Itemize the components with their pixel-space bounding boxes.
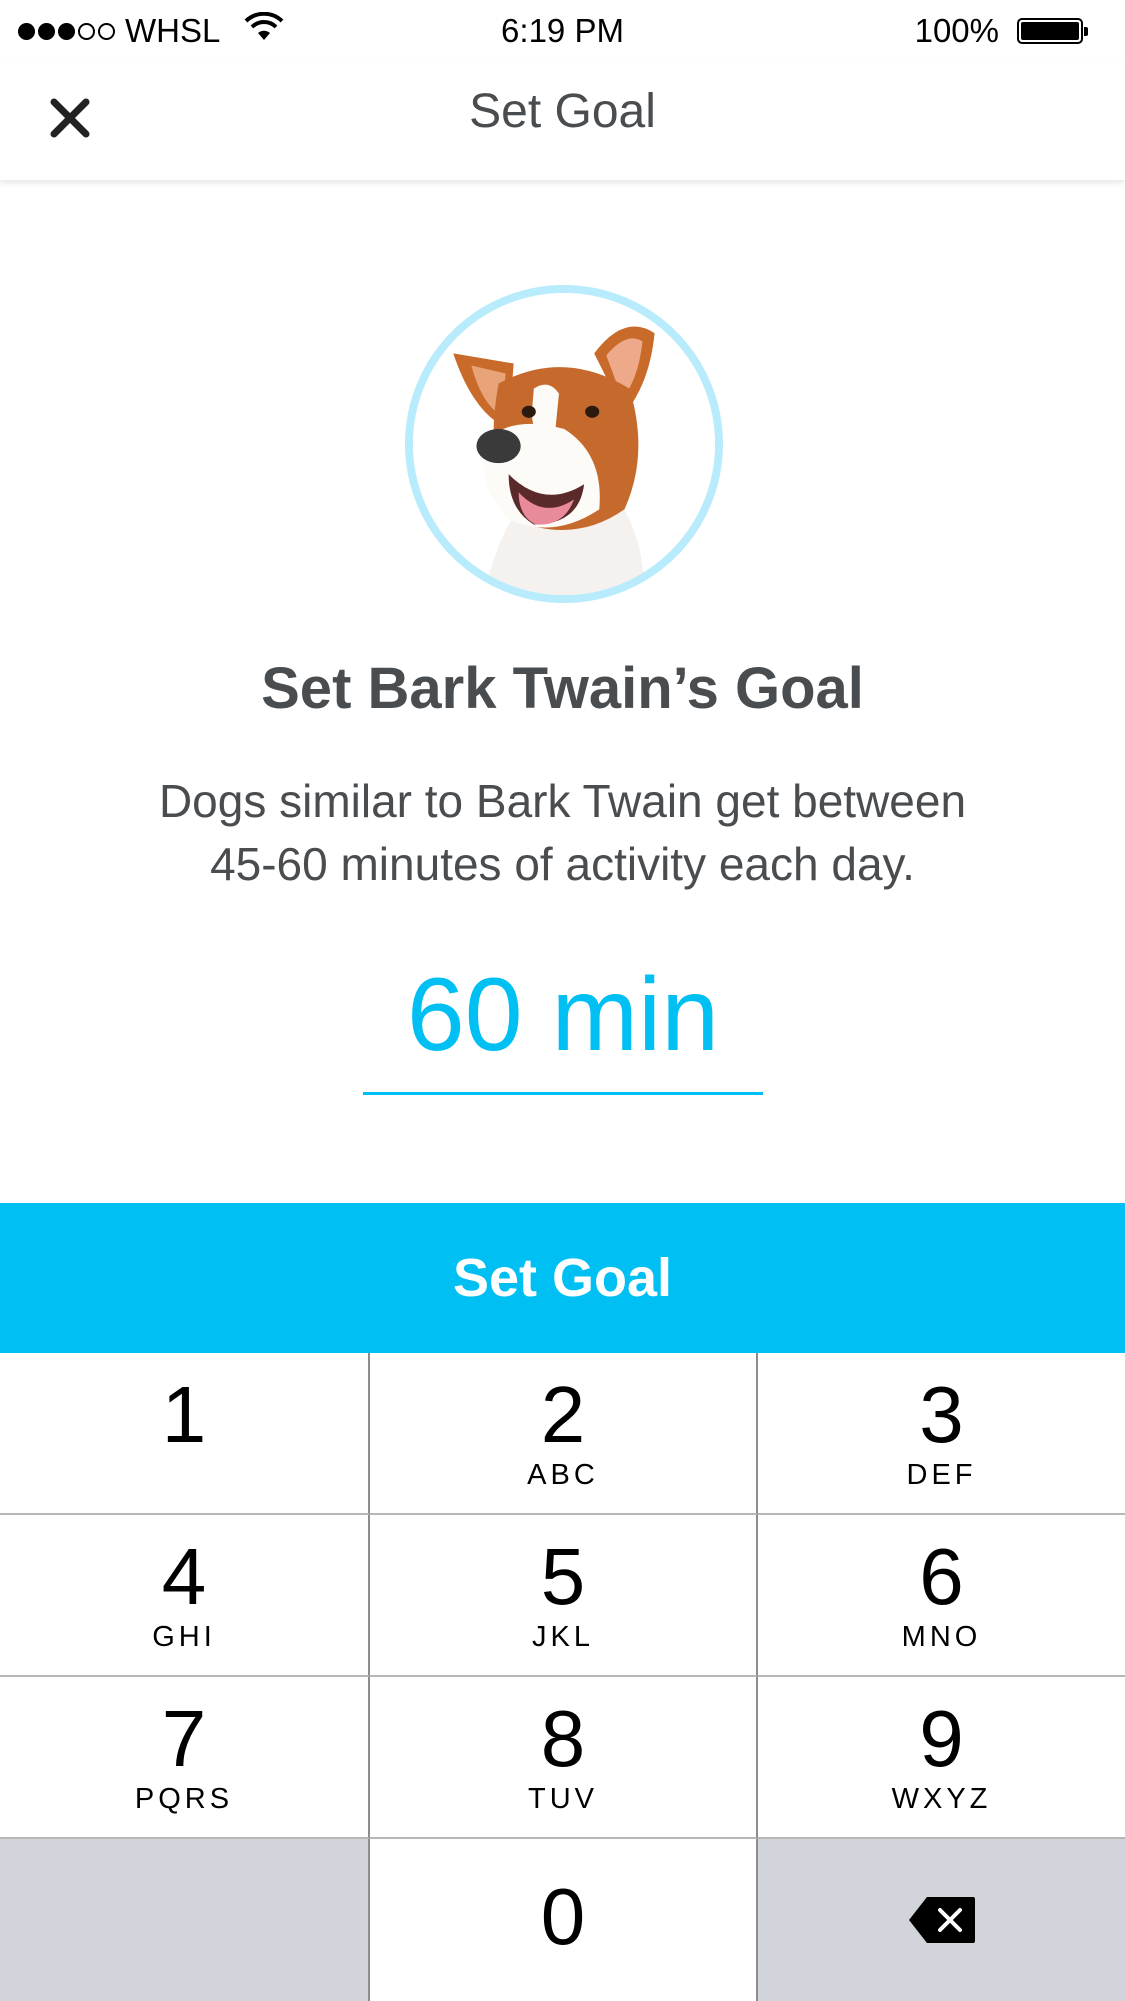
key-0[interactable]: 0 (370, 1839, 758, 2001)
status-bar: WHSL 6:19 PM 100% (0, 0, 1125, 60)
backspace-key[interactable] (758, 1839, 1125, 2001)
key-2[interactable]: 2 ABC (370, 1353, 758, 1515)
key-8[interactable]: 8 TUV (370, 1677, 758, 1839)
dog-avatar (405, 285, 723, 603)
key-6[interactable]: 6 MNO (758, 1515, 1125, 1677)
battery-status: 100% (914, 12, 1088, 50)
battery-percent: 100% (914, 12, 999, 49)
key-5[interactable]: 5 JKL (370, 1515, 758, 1677)
page-title: Set Goal (469, 85, 656, 138)
dog-photo (413, 293, 715, 595)
backspace-icon (908, 1897, 975, 1943)
key-4[interactable]: 4 GHI (0, 1515, 370, 1677)
battery-icon (1017, 18, 1088, 44)
numeric-keypad: 1 2 ABC 3 DEF 4 GHI 5 JKL 6 MNO 7 PQRS 8… (0, 1353, 1125, 2001)
nav-bar: Set Goal (0, 60, 1125, 180)
key-3[interactable]: 3 DEF (758, 1353, 1125, 1515)
goal-heading: Set Bark Twain’s Goal (261, 656, 864, 721)
set-goal-button[interactable]: Set Goal (0, 1203, 1125, 1353)
goal-description: Dogs similar to Bark Twain get between 4… (158, 775, 967, 890)
key-blank (0, 1839, 370, 2001)
key-1[interactable]: 1 (0, 1353, 370, 1515)
key-7[interactable]: 7 PQRS (0, 1677, 370, 1839)
goal-minutes-input[interactable]: 60 min (363, 955, 763, 1095)
key-9[interactable]: 9 WXYZ (758, 1677, 1125, 1839)
